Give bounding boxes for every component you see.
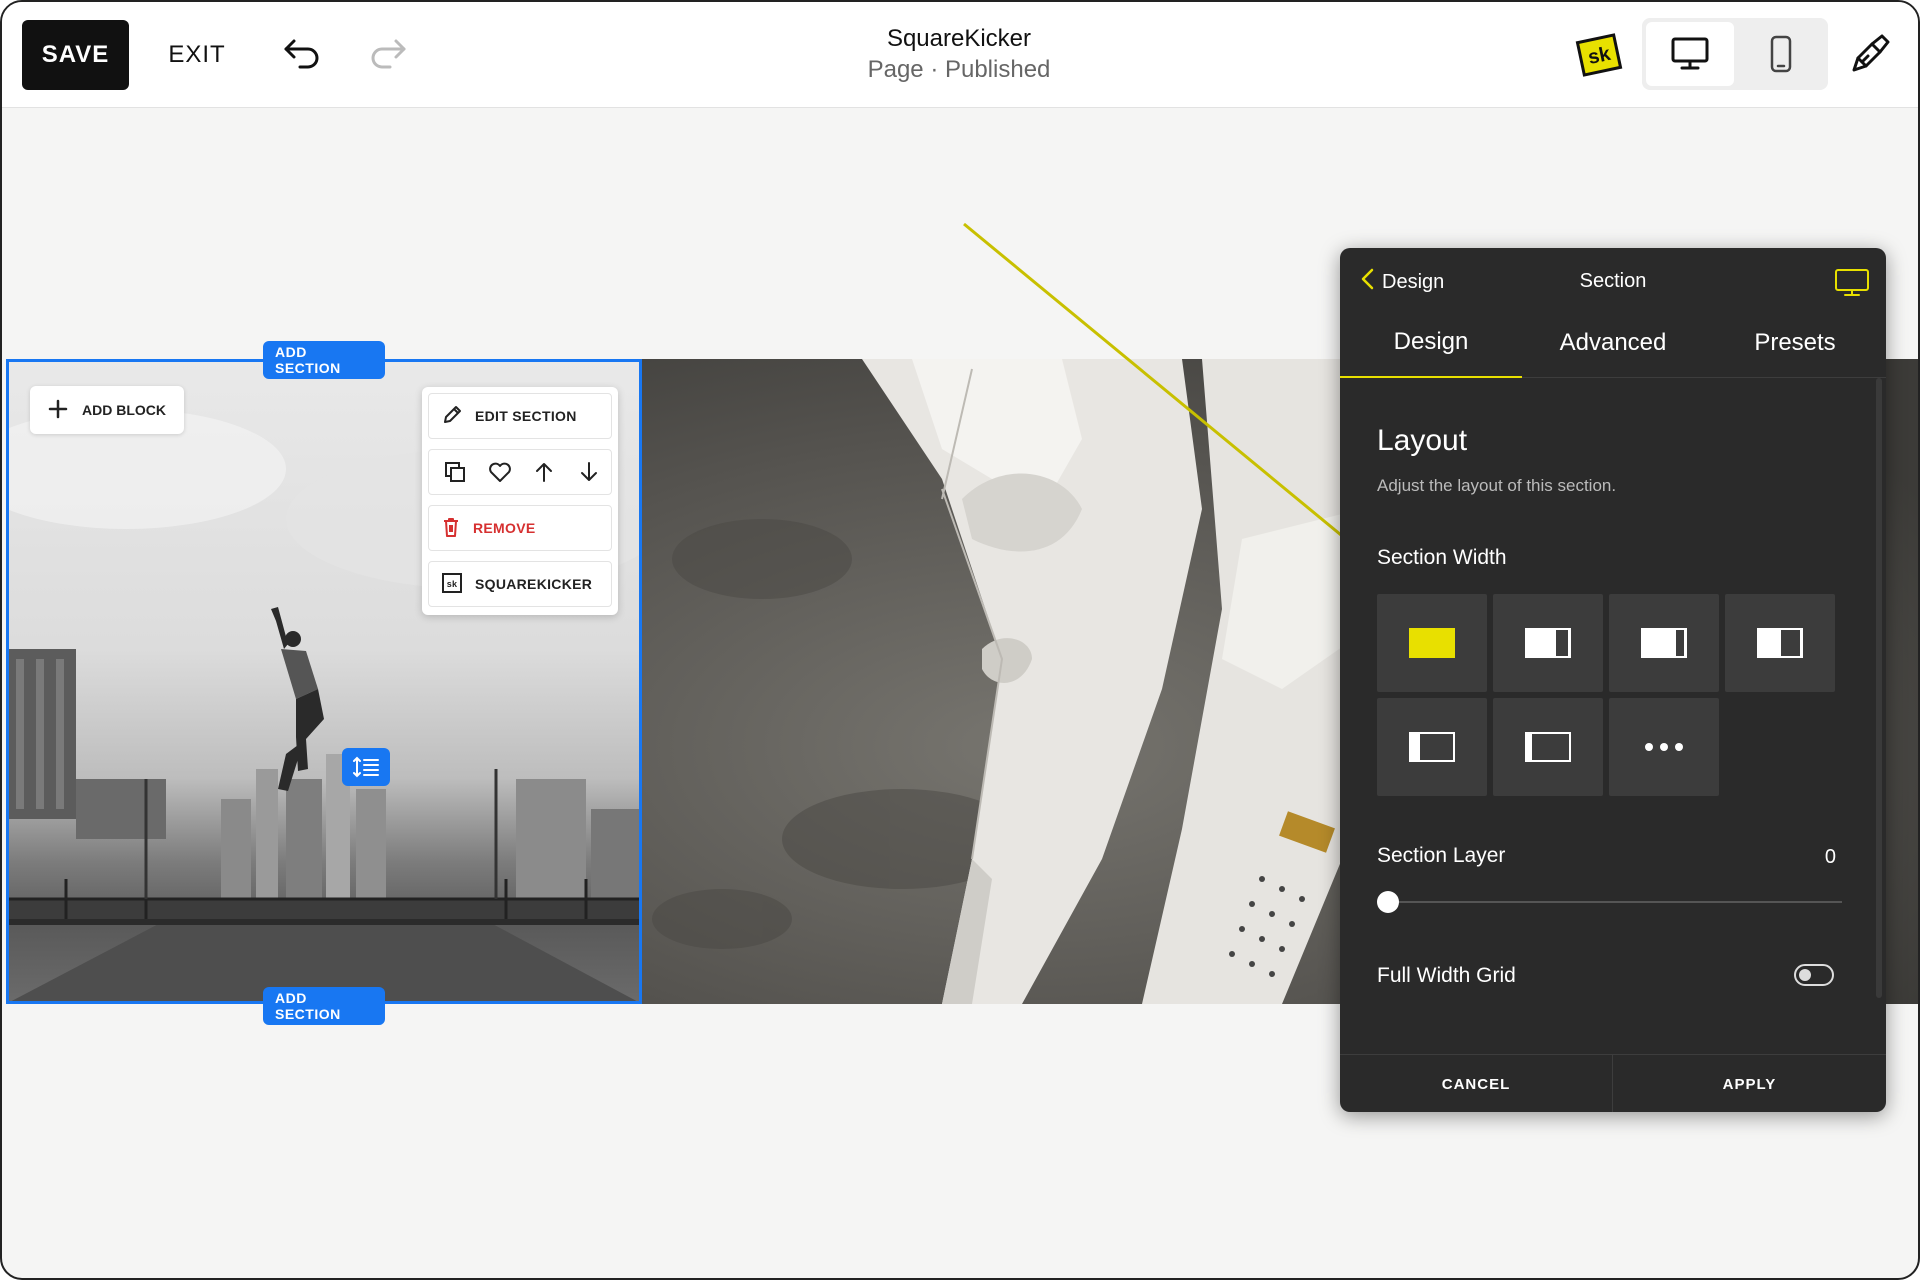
page-title-block: SquareKicker Page · Published bbox=[759, 24, 1159, 86]
exit-button[interactable]: EXIT bbox=[162, 20, 232, 90]
save-button[interactable]: SAVE bbox=[22, 20, 129, 90]
pencil-icon bbox=[441, 404, 463, 429]
page-title: SquareKicker bbox=[886, 25, 1032, 52]
panel-title: Section bbox=[1579, 270, 1647, 292]
section-layer-value: 0 bbox=[1824, 846, 1836, 868]
app-frame: SAVE EXIT SquareKicker Page · Published … bbox=[0, 0, 1920, 1280]
heart-icon[interactable] bbox=[482, 454, 518, 490]
add-block-button[interactable]: ADD BLOCK bbox=[30, 386, 184, 434]
duplicate-icon[interactable] bbox=[437, 454, 473, 490]
edit-section-label: EDIT SECTION bbox=[475, 408, 577, 424]
full-width-grid-label: Full Width Grid bbox=[1377, 964, 1516, 987]
section-actions-row bbox=[428, 449, 612, 495]
desktop-breakpoint-icon[interactable] bbox=[1834, 268, 1870, 298]
squarekicker-icon: sk bbox=[441, 572, 463, 597]
device-toggle bbox=[1642, 18, 1828, 90]
undo-icon[interactable] bbox=[278, 30, 326, 78]
svg-text:sk: sk bbox=[447, 579, 458, 589]
section-width-label: Section Width bbox=[1377, 546, 1507, 569]
tab-design[interactable]: Design bbox=[1340, 308, 1522, 378]
layout-heading: Layout bbox=[1377, 424, 1468, 457]
add-section-top-button[interactable]: ADD SECTION bbox=[263, 341, 385, 379]
panel-scrollbar[interactable] bbox=[1876, 378, 1882, 998]
width-option-more[interactable] bbox=[1609, 698, 1719, 796]
mobile-view-icon[interactable] bbox=[1738, 22, 1824, 86]
tab-presets[interactable]: Presets bbox=[1704, 308, 1886, 378]
trash-icon bbox=[441, 516, 461, 541]
full-width-grid-toggle[interactable] bbox=[1794, 964, 1834, 986]
edit-section-button[interactable]: EDIT SECTION bbox=[428, 393, 612, 439]
add-section-bottom-button[interactable]: ADD SECTION bbox=[263, 987, 385, 1025]
section-context-menu: EDIT SECTION REMOVE sk SQUAREKICKER bbox=[422, 387, 618, 615]
section-layer-slider-handle[interactable] bbox=[1377, 891, 1399, 913]
section-layer-label: Section Layer bbox=[1377, 844, 1506, 867]
width-option-inset-right[interactable] bbox=[1493, 594, 1603, 692]
remove-section-button[interactable]: REMOVE bbox=[428, 505, 612, 551]
squarekicker-logo[interactable]: sk bbox=[1574, 32, 1624, 78]
tab-advanced[interactable]: Advanced bbox=[1522, 308, 1704, 378]
apply-button[interactable]: APPLY bbox=[1613, 1055, 1886, 1112]
panel-footer: CANCEL APPLY bbox=[1340, 1054, 1886, 1112]
top-toolbar: SAVE EXIT SquareKicker Page · Published … bbox=[2, 2, 1918, 108]
add-block-label: ADD BLOCK bbox=[82, 402, 166, 418]
page-status: Page · Published bbox=[867, 56, 1051, 83]
width-option-left-narrow[interactable] bbox=[1377, 698, 1487, 796]
layout-description: Adjust the layout of this section. bbox=[1377, 476, 1617, 495]
redo-icon[interactable] bbox=[364, 30, 412, 78]
arrow-down-icon[interactable] bbox=[571, 454, 607, 490]
desktop-view-icon[interactable] bbox=[1646, 22, 1734, 86]
cancel-button[interactable]: CANCEL bbox=[1340, 1055, 1613, 1112]
remove-label: REMOVE bbox=[473, 520, 536, 536]
width-option-inset-right-narrow[interactable] bbox=[1609, 594, 1719, 692]
section-layer-slider-track[interactable] bbox=[1386, 901, 1842, 903]
squarekicker-button[interactable]: sk SQUAREKICKER bbox=[428, 561, 612, 607]
toggle-knob bbox=[1799, 969, 1811, 981]
section-width-options bbox=[1377, 594, 1837, 796]
width-option-half-right[interactable] bbox=[1725, 594, 1835, 692]
plus-icon bbox=[48, 399, 68, 422]
width-option-full[interactable] bbox=[1377, 594, 1487, 692]
panel-header: Design Section bbox=[1340, 248, 1886, 308]
section-settings-panel: Design Section Design Advanced Presets L… bbox=[1340, 248, 1886, 1112]
site-styles-icon[interactable] bbox=[1846, 30, 1894, 78]
squarekicker-label: SQUAREKICKER bbox=[475, 576, 593, 592]
panel-tabs: Design Advanced Presets bbox=[1340, 308, 1886, 378]
arrow-up-icon[interactable] bbox=[526, 454, 562, 490]
width-option-left-thin[interactable] bbox=[1493, 698, 1603, 796]
section-height-handle[interactable] bbox=[342, 748, 390, 786]
